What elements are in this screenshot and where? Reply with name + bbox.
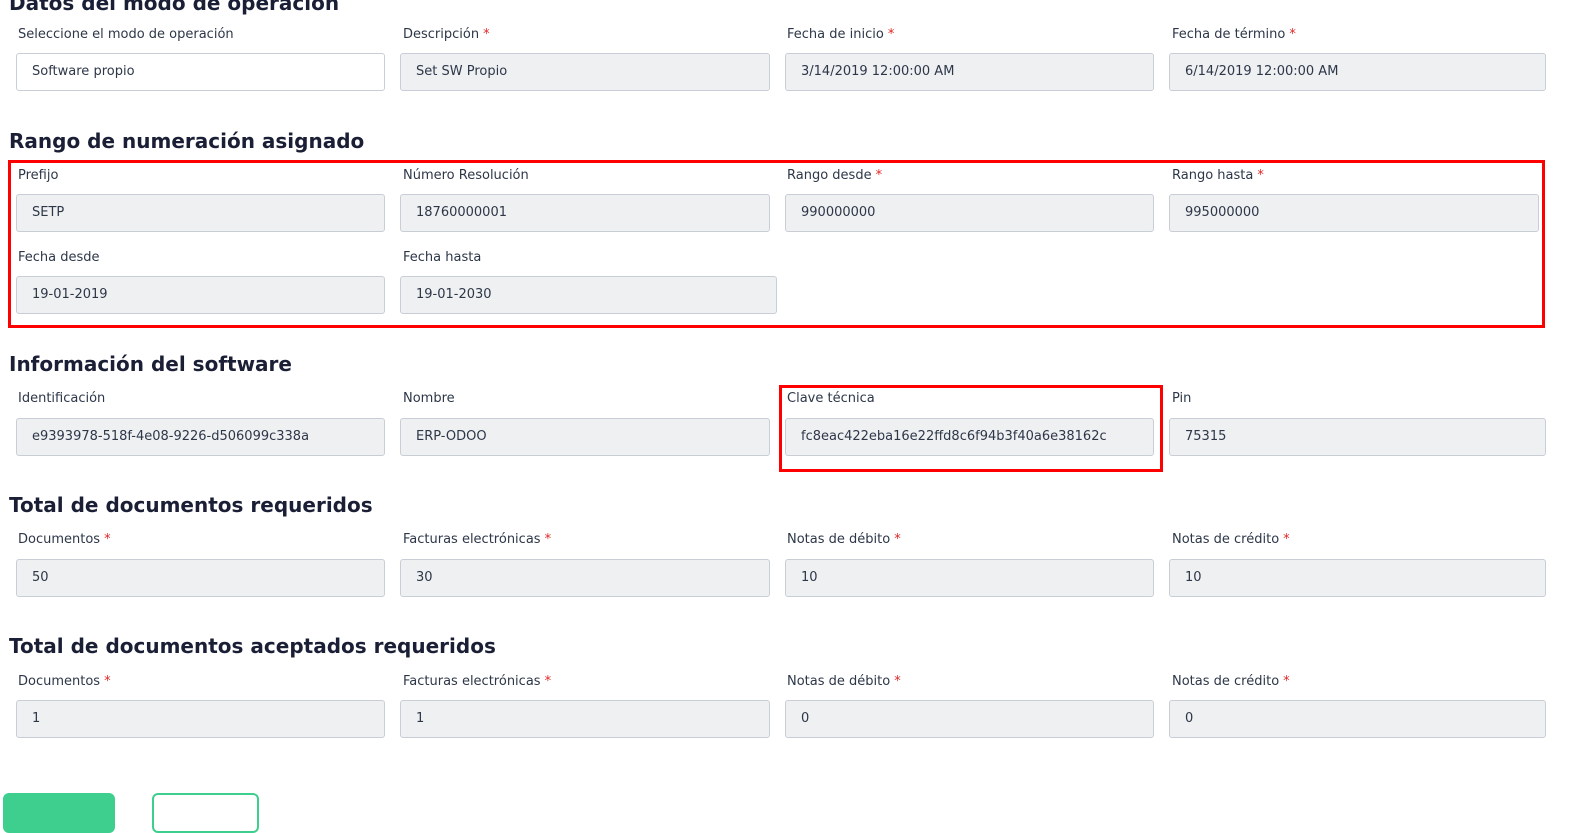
label-notas-debito: Notas de débito * (787, 532, 901, 547)
documentos-aceptados-input[interactable]: 1 (16, 700, 385, 738)
nombre-input[interactable]: ERP-ODOO (400, 418, 770, 456)
notas-credito-input[interactable]: 10 (1169, 559, 1546, 597)
facturas-aceptadas-input[interactable]: 1 (400, 700, 770, 738)
fecha-termino-input[interactable]: 6/14/2019 12:00:00 AM (1169, 53, 1546, 91)
label-fecha-termino: Fecha de término * (1172, 27, 1296, 42)
section-title-documentos-aceptados: Total de documentos aceptados requeridos (9, 634, 496, 658)
required-marker: * (875, 168, 883, 183)
label-prefijo: Prefijo (18, 168, 59, 183)
identificacion-input[interactable]: e9393978-518f-4e08-9226-d506099c338a (16, 418, 385, 456)
required-marker: * (1283, 532, 1290, 547)
required-marker: * (894, 674, 901, 689)
notas-debito-input[interactable]: 10 (785, 559, 1154, 597)
section-title-documentos-requeridos: Total de documentos requeridos (9, 493, 373, 517)
required-marker: * (1257, 168, 1264, 183)
fecha-hasta-input[interactable]: 19-01-2030 (400, 276, 777, 314)
required-marker: * (894, 532, 901, 547)
prefijo-input[interactable]: SETP (16, 194, 385, 232)
label-facturas-aceptadas: Facturas electrónicas * (403, 674, 552, 689)
label-documentos-aceptados: Documentos * (18, 674, 111, 689)
fecha-inicio-input[interactable]: 3/14/2019 12:00:00 AM (785, 53, 1154, 91)
secondary-action-button[interactable] (152, 793, 259, 833)
required-marker: * (483, 27, 490, 42)
label-pin: Pin (1172, 391, 1192, 406)
label-identificacion: Identificación (18, 391, 106, 406)
label-descripcion: Descripción * (403, 27, 490, 42)
notas-debito-aceptadas-input[interactable]: 0 (785, 700, 1154, 738)
section-title-modo-operacion: Datos del modo de operación (9, 0, 340, 15)
pin-input[interactable]: 75315 (1169, 418, 1546, 456)
label-fecha-inicio: Fecha de inicio * (787, 27, 895, 42)
required-marker: * (1289, 27, 1296, 42)
label-rango-hasta: Rango hasta * (1172, 168, 1264, 183)
label-rango-desde: Rango desde * (787, 168, 883, 183)
documentos-input[interactable]: 50 (16, 559, 385, 597)
label-documentos: Documentos * (18, 532, 111, 547)
label-facturas-electronicas: Facturas electrónicas * (403, 532, 552, 547)
label-notas-debito-aceptadas: Notas de débito * (787, 674, 901, 689)
required-marker: * (887, 27, 895, 42)
primary-action-button[interactable] (3, 793, 115, 833)
label-fecha-desde: Fecha desde (18, 250, 100, 265)
facturas-electronicas-input[interactable]: 30 (400, 559, 770, 597)
required-marker: * (544, 674, 552, 689)
required-marker: * (544, 532, 552, 547)
label-numero-resolucion: Número Resolución (403, 168, 529, 183)
label-nombre: Nombre (403, 391, 455, 406)
label-notas-credito-aceptadas: Notas de crédito * (1172, 674, 1290, 689)
numero-resolucion-input[interactable]: 18760000001 (400, 194, 770, 232)
required-marker: * (104, 532, 111, 547)
notas-credito-aceptadas-input[interactable]: 0 (1169, 700, 1546, 738)
label-clave-tecnica: Clave técnica (787, 391, 875, 406)
rango-hasta-input[interactable]: 995000000 (1169, 194, 1539, 232)
modo-operacion-select[interactable]: Software propio (16, 53, 385, 91)
label-fecha-hasta: Fecha hasta (403, 250, 482, 265)
section-title-informacion-software: Información del software (9, 352, 292, 376)
section-title-rango-numeracion: Rango de numeración asignado (9, 129, 365, 153)
clave-tecnica-input[interactable]: fc8eac422eba16e22ffd8c6f94b3f40a6e38162c (785, 418, 1154, 456)
fecha-desde-input[interactable]: 19-01-2019 (16, 276, 385, 314)
label-modo-operacion: Seleccione el modo de operación (18, 27, 234, 42)
label-notas-credito: Notas de crédito * (1172, 532, 1290, 547)
required-marker: * (1283, 674, 1290, 689)
rango-desde-input[interactable]: 990000000 (785, 194, 1154, 232)
descripcion-input[interactable]: Set SW Propio (400, 53, 770, 91)
required-marker: * (104, 674, 111, 689)
